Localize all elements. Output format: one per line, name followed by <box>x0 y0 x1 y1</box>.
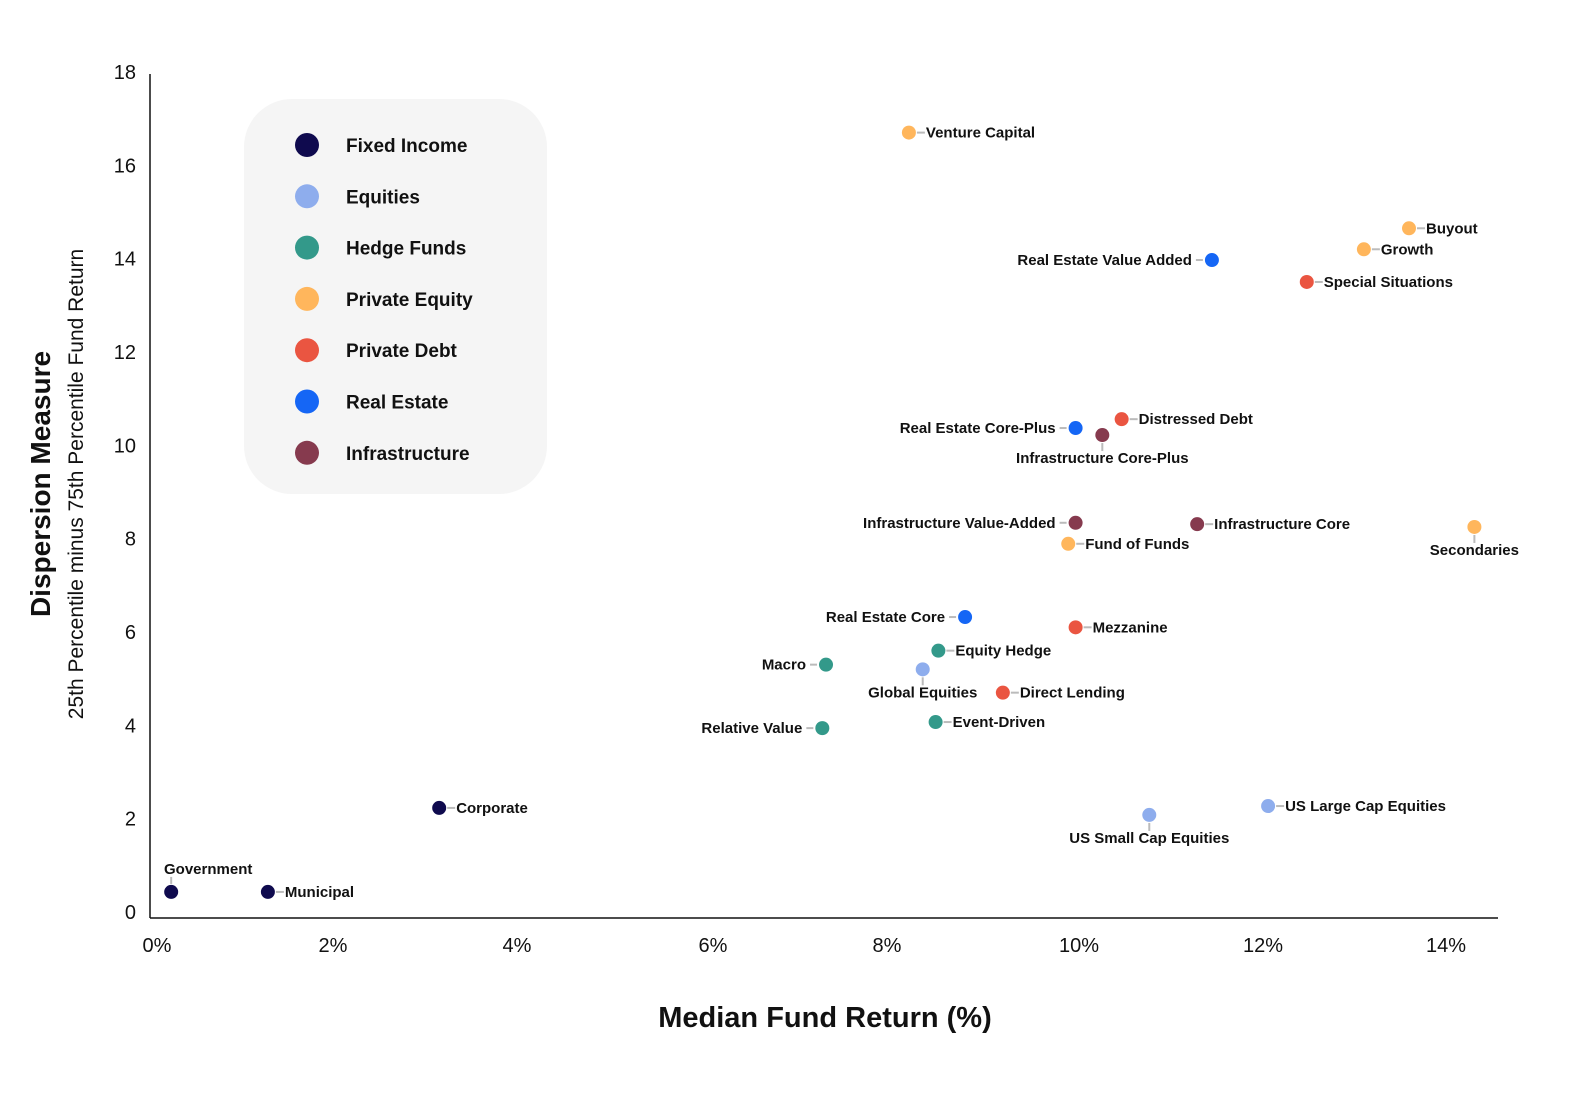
data-point[interactable] <box>928 715 943 730</box>
data-label: Venture Capital <box>926 125 1035 142</box>
data-point[interactable] <box>819 657 834 672</box>
legend-label: Private Equity <box>346 290 473 311</box>
x-tick-label: 8% <box>873 935 902 957</box>
legend-label: Private Debt <box>346 341 458 362</box>
x-axis-title: Median Fund Return (%) <box>658 1002 991 1034</box>
data-label: Special Situations <box>1324 274 1453 291</box>
data-point[interactable] <box>1190 517 1205 532</box>
data-label: Infrastructure Value-Added <box>863 515 1056 532</box>
y-tick-labels: 0 2 4 6 8 10 12 14 16 18 <box>114 62 136 924</box>
data-label: US Large Cap Equities <box>1285 798 1446 815</box>
data-point[interactable] <box>432 800 447 815</box>
x-tick-labels: 0% 2% 4% 6% 8% 10% 12% 14% <box>143 935 1467 957</box>
x-tick-label: 10% <box>1059 935 1099 957</box>
x-tick-label: 6% <box>699 935 728 957</box>
legend-item: Equities <box>295 184 420 209</box>
x-tick-label: 12% <box>1243 935 1283 957</box>
data-label: Fund of Funds <box>1085 536 1189 553</box>
data-point[interactable] <box>931 643 946 658</box>
legend-label: Real Estate <box>346 393 448 414</box>
y-axis-subtitle: 25th Percentile minus 75th Percentile Fu… <box>65 249 88 719</box>
legend-marker <box>295 133 319 157</box>
data-point[interactable] <box>1142 807 1157 822</box>
data-point[interactable] <box>901 125 916 140</box>
data-label: Relative Value <box>701 720 802 737</box>
data-point[interactable] <box>1061 536 1076 551</box>
data-point[interactable] <box>958 610 973 625</box>
data-label: Infrastructure Core <box>1214 516 1350 533</box>
data-label: US Small Cap Equities <box>1069 830 1229 847</box>
legend-marker <box>295 286 319 311</box>
data-label: Macro <box>762 657 806 674</box>
data-point[interactable] <box>1299 274 1314 289</box>
y-tick-label: 8 <box>125 529 136 551</box>
legend-label: Hedge Funds <box>346 239 466 260</box>
y-tick-label: 0 <box>125 902 136 924</box>
data-point[interactable] <box>995 685 1010 700</box>
data-point[interactable] <box>260 884 275 899</box>
legend-label: Equities <box>346 187 420 208</box>
legend-marker <box>295 389 319 414</box>
data-point[interactable] <box>815 721 830 736</box>
data-point[interactable] <box>1467 519 1482 534</box>
data-label: Municipal <box>285 884 354 901</box>
data-label: Event-Driven <box>953 714 1046 731</box>
y-tick-label: 4 <box>125 715 136 737</box>
data-label: Growth <box>1381 241 1434 258</box>
data-point[interactable] <box>1402 221 1417 236</box>
data-point[interactable] <box>1356 242 1371 257</box>
data-label: Global Equities <box>868 684 977 701</box>
y-tick-label: 16 <box>114 155 136 177</box>
legend-label: Infrastructure <box>346 444 470 465</box>
legend-marker <box>295 184 319 209</box>
data-point[interactable] <box>1068 620 1083 635</box>
y-tick-label: 12 <box>114 342 136 364</box>
data-label: Real Estate Value Added <box>1017 252 1192 269</box>
y-tick-label: 10 <box>114 435 136 457</box>
data-label: Infrastructure Core-Plus <box>1016 450 1189 467</box>
x-tick-label: 4% <box>503 935 532 957</box>
y-tick-label: 2 <box>125 809 136 831</box>
scatter-chart: 0 2 4 6 8 10 12 14 16 18 0% 2% 4% 6% 8% 10% 12% 14% Disp… <box>25 62 1519 1034</box>
legend: Fixed Income Equities Hedge Funds Private E… <box>244 99 547 494</box>
x-tick-label: 2% <box>319 935 348 957</box>
x-tick-label: 14% <box>1426 935 1466 957</box>
x-tick-label: 0% <box>143 935 172 957</box>
data-label: Secondaries <box>1430 542 1519 559</box>
data-label: Distressed Debt <box>1139 411 1253 428</box>
data-label: Real Estate Core-Plus <box>900 420 1056 437</box>
y-tick-label: 18 <box>114 62 136 84</box>
data-point[interactable] <box>1068 421 1083 436</box>
data-label: Buyout <box>1426 220 1478 237</box>
data-point[interactable] <box>164 884 179 899</box>
data-point[interactable] <box>1068 515 1083 530</box>
legend-marker <box>295 440 319 465</box>
y-tick-label: 6 <box>125 622 136 644</box>
y-axis-title: Dispersion Measure <box>25 351 56 617</box>
data-label: Government <box>164 861 252 878</box>
legend-marker <box>295 235 319 260</box>
legend-marker <box>295 338 319 363</box>
data-point[interactable] <box>1114 412 1129 427</box>
data-label: Real Estate Core <box>826 609 945 626</box>
data-label: Direct Lending <box>1020 685 1125 702</box>
data-label: Corporate <box>456 800 528 817</box>
y-tick-label: 14 <box>114 249 136 271</box>
data-point[interactable] <box>1204 253 1219 268</box>
data-point[interactable] <box>1095 428 1110 443</box>
data-label: Mezzanine <box>1093 619 1168 636</box>
data-label: Equity Hedge <box>955 643 1051 660</box>
data-point[interactable] <box>1261 799 1276 814</box>
data-point[interactable] <box>915 662 930 677</box>
legend-label: Fixed Income <box>346 136 467 157</box>
